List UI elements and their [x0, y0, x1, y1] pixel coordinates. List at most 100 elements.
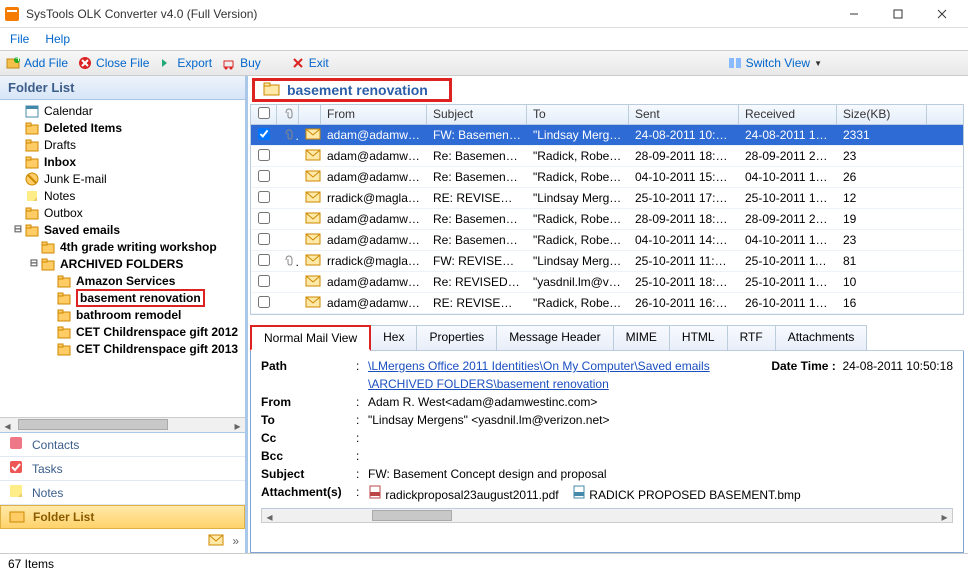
minimize-button[interactable]	[832, 0, 876, 28]
tab-rtf[interactable]: RTF	[727, 325, 776, 350]
folder-item[interactable]: Deleted Items	[0, 119, 245, 136]
col-from[interactable]: From	[321, 105, 427, 124]
folder-item[interactable]: CET Childrenspace gift 2012	[0, 323, 245, 340]
col-received[interactable]: Received	[739, 105, 837, 124]
tree-hscroll[interactable]: ◂ ▸	[0, 417, 245, 432]
cell-subject: Re: Basement Co...	[427, 212, 527, 226]
export-button[interactable]: Export	[159, 56, 212, 70]
mail-row[interactable]: rradick@maglaw...RE: REVISED PR..."Linds…	[251, 188, 963, 209]
nav-tasks[interactable]: Tasks	[0, 457, 245, 481]
folder-item[interactable]: bathroom remodel	[0, 306, 245, 323]
detail-hscroll[interactable]: ◂ ▸	[261, 508, 953, 523]
scroll-right-icon[interactable]: ▸	[937, 509, 952, 524]
tab-message-header[interactable]: Message Header	[496, 325, 613, 350]
row-checkbox[interactable]	[258, 149, 270, 161]
mail-row[interactable]: adam@adamwest...Re: Basement Co..."Radic…	[251, 230, 963, 251]
scroll-thumb[interactable]	[372, 510, 452, 521]
cell-sent: 04-10-2011 15:43...	[629, 170, 739, 184]
menubar: File Help	[0, 28, 968, 50]
nav-folder-list[interactable]: Folder List	[0, 505, 245, 529]
folder-tree[interactable]: CalendarDeleted ItemsDraftsInboxJunk E-m…	[0, 100, 245, 417]
mail-row[interactable]: adam@adamwest...FW: Basement C..."Lindsa…	[251, 125, 963, 146]
mail-row[interactable]: adam@adamwest...Re: Basement Co..."Radic…	[251, 146, 963, 167]
folder-item[interactable]: basement renovation	[0, 289, 245, 306]
close-button[interactable]	[920, 0, 964, 28]
chevron-right-icon[interactable]: »	[232, 534, 239, 548]
tab-normal-mail-view[interactable]: Normal Mail View	[250, 325, 371, 351]
mail-row[interactable]: adam@adamwest...Re: Basement Co..."Radic…	[251, 167, 963, 188]
menu-file[interactable]: File	[10, 32, 29, 46]
switch-view-button[interactable]: Switch View ▼	[728, 56, 822, 70]
folder-item[interactable]: CET Childrenspace gift 2013	[0, 340, 245, 357]
detail-to-value: "Lindsay Mergens" <yasdnil.lm@verizon.ne…	[368, 413, 953, 427]
cell-size: 2331	[837, 128, 927, 142]
row-checkbox[interactable]	[258, 191, 270, 203]
envelope-icon	[299, 170, 321, 185]
mail-row[interactable]: adam@adamwest...Re: Basement Co..."Radic…	[251, 209, 963, 230]
tab-properties[interactable]: Properties	[416, 325, 497, 350]
scroll-right-icon[interactable]: ▸	[230, 418, 245, 433]
row-checkbox[interactable]	[258, 212, 270, 224]
scroll-left-icon[interactable]: ◂	[262, 509, 277, 524]
grid-header[interactable]: From Subject To Sent Received Size(KB)	[251, 105, 963, 125]
buy-label: Buy	[240, 56, 261, 70]
cell-size: 10	[837, 275, 927, 289]
nav-contacts[interactable]: Contacts	[0, 433, 245, 457]
mail-small-icon[interactable]	[208, 533, 224, 550]
folder-item[interactable]: Notes	[0, 187, 245, 204]
scroll-left-icon[interactable]: ◂	[0, 418, 15, 433]
folder-item[interactable]: Junk E-mail	[0, 170, 245, 187]
col-sent[interactable]: Sent	[629, 105, 739, 124]
exit-button[interactable]: Exit	[291, 56, 329, 70]
col-mail-icon[interactable]	[299, 105, 321, 124]
folder-item[interactable]: ⊟ARCHIVED FOLDERS	[0, 255, 245, 272]
statusbar: 67 Items	[0, 553, 968, 573]
nav-notes[interactable]: Notes	[0, 481, 245, 505]
row-checkbox[interactable]	[258, 170, 270, 182]
scroll-thumb[interactable]	[18, 419, 168, 430]
attachment-1[interactable]: radickproposal23august2011.pdf	[385, 488, 558, 502]
detail-path-value2[interactable]: \ARCHIVED FOLDERS\basement renovation	[368, 377, 609, 391]
add-file-button[interactable]: + Add File	[6, 56, 68, 70]
folder-label: bathroom remodel	[76, 308, 181, 322]
row-checkbox[interactable]	[258, 296, 270, 308]
tab-hex[interactable]: Hex	[370, 325, 417, 350]
col-to[interactable]: To	[527, 105, 629, 124]
folder-item[interactable]: 4th grade writing workshop	[0, 238, 245, 255]
col-subject[interactable]: Subject	[427, 105, 527, 124]
row-checkbox[interactable]	[258, 275, 270, 287]
row-checkbox[interactable]	[258, 254, 270, 266]
expand-toggle-icon[interactable]: ⊟	[12, 224, 24, 235]
col-attach-icon[interactable]	[277, 105, 299, 124]
folder-item[interactable]: Outbox	[0, 204, 245, 221]
buy-button[interactable]: Buy	[222, 56, 261, 70]
tab-attachments[interactable]: Attachments	[775, 325, 868, 350]
folder-item[interactable]: Inbox	[0, 153, 245, 170]
mail-row[interactable]: rradick@maglaw...FW: REVISED PR..."Linds…	[251, 251, 963, 272]
folder-item[interactable]: Amazon Services	[0, 272, 245, 289]
mail-row[interactable]: adam@adamwest...Re: REVISED PR..."yasdni…	[251, 272, 963, 293]
close-file-button[interactable]: Close File	[78, 56, 149, 70]
tab-mime[interactable]: MIME	[613, 325, 670, 350]
detail-path-value[interactable]: \LMergens Office 2011 Identities\On My C…	[368, 359, 710, 373]
col-size[interactable]: Size(KB)	[837, 105, 927, 124]
maximize-button[interactable]	[876, 0, 920, 28]
row-checkbox[interactable]	[258, 233, 270, 245]
attachment-2[interactable]: RADICK PROPOSED BASEMENT.bmp	[589, 488, 800, 502]
folder-item[interactable]: ⊟Saved emails	[0, 221, 245, 238]
folder-icon	[56, 291, 72, 305]
cell-to: "Radick, Robert ...	[527, 149, 629, 163]
col-checkbox[interactable]	[251, 105, 277, 124]
mail-row[interactable]: adam@adamwest...RE: REVISED PR..."Radick…	[251, 293, 963, 314]
menu-help[interactable]: Help	[45, 32, 70, 46]
row-checkbox[interactable]	[258, 128, 270, 140]
folder-open-icon	[263, 82, 281, 99]
expand-toggle-icon[interactable]: ⊟	[28, 258, 40, 269]
tab-html[interactable]: HTML	[669, 325, 728, 350]
folder-icon	[24, 155, 40, 169]
cell-received: 25-10-2011 11:49...	[739, 254, 837, 268]
folder-item[interactable]: Calendar	[0, 102, 245, 119]
folder-item[interactable]: Drafts	[0, 136, 245, 153]
folder-label: CET Childrenspace gift 2013	[76, 342, 238, 356]
cell-to: "yasdnil.lm@veri...	[527, 275, 629, 289]
